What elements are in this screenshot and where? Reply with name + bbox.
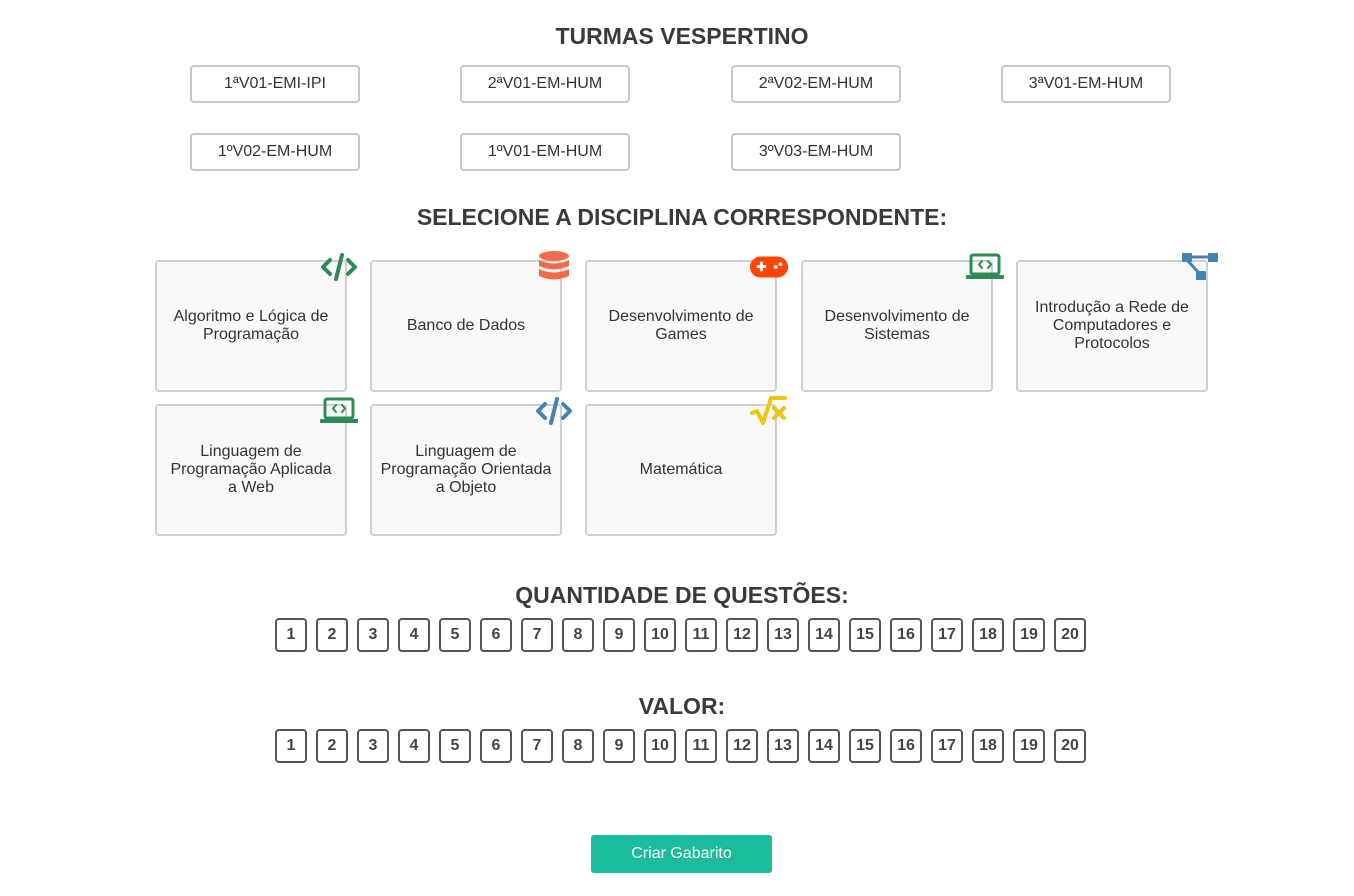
quantidade-option-button[interactable]: 9 xyxy=(603,618,635,652)
criar-gabarito-button[interactable]: Criar Gabarito xyxy=(591,835,772,873)
quantidade-option-button[interactable]: 19 xyxy=(1013,618,1045,652)
quantidade-option-button[interactable]: 14 xyxy=(808,618,840,652)
valor-option-button[interactable]: 15 xyxy=(849,729,881,763)
turma-button[interactable]: 2ªV02-EM-HUM xyxy=(731,65,901,103)
database-icon xyxy=(534,250,574,284)
turma-button[interactable]: 2ªV01-EM-HUM xyxy=(460,65,630,103)
disciplina-label: Matemática xyxy=(639,461,723,478)
quantidade-option-button[interactable]: 13 xyxy=(767,618,799,652)
code-icon xyxy=(534,394,574,428)
quantidade-option-button[interactable]: 15 xyxy=(849,618,881,652)
quantidade-option-button[interactable]: 7 xyxy=(521,618,553,652)
disciplina-card-games[interactable]: Desenvolvimento de Games xyxy=(585,256,789,392)
valor-option-button[interactable]: 8 xyxy=(562,729,594,763)
valor-option-button[interactable]: 1 xyxy=(275,729,307,763)
valor-option-button[interactable]: 17 xyxy=(931,729,963,763)
valor-option-button[interactable]: 11 xyxy=(685,729,717,763)
disciplina-label: Linguagem de Programação Aplicada a Web xyxy=(170,443,332,496)
disciplina-label: Banco de Dados xyxy=(406,317,526,334)
quantidade-option-button[interactable]: 1 xyxy=(275,618,307,652)
quantidade-option-button[interactable]: 5 xyxy=(439,618,471,652)
quantidade-option-button[interactable]: 2 xyxy=(316,618,348,652)
turma-button[interactable]: 3ªV01-EM-HUM xyxy=(1001,65,1171,103)
disciplina-label: Linguagem de Programação Orientada a Obj… xyxy=(380,443,552,496)
disciplina-card-web[interactable]: Linguagem de Programação Aplicada a Web xyxy=(155,397,358,536)
valor-option-button[interactable]: 10 xyxy=(644,729,676,763)
valor-option-button[interactable]: 3 xyxy=(357,729,389,763)
valor-option-button[interactable]: 19 xyxy=(1013,729,1045,763)
disciplinas-title: SELECIONE A DISCIPLINA CORRESPONDENTE: xyxy=(416,204,948,230)
quantidade-option-button[interactable]: 10 xyxy=(644,618,676,652)
code-icon xyxy=(319,250,359,284)
quantidade-option-button[interactable]: 3 xyxy=(357,618,389,652)
disciplina-label: Desenvolvimento de Sistemas xyxy=(824,308,970,343)
valor-option-button[interactable]: 14 xyxy=(808,729,840,763)
valor-option-button[interactable]: 18 xyxy=(972,729,1004,763)
square-root-icon xyxy=(749,394,789,428)
turmas-title: TURMAS VESPERTINO xyxy=(555,23,809,49)
disciplina-card-matematica[interactable]: Matemática xyxy=(585,396,787,536)
quantidade-option-button[interactable]: 20 xyxy=(1054,618,1086,652)
quantidade-option-button[interactable]: 8 xyxy=(562,618,594,652)
turma-button[interactable]: 3ºV03-EM-HUM xyxy=(731,133,901,171)
valor-option-button[interactable]: 6 xyxy=(480,729,512,763)
quantidade-option-button[interactable]: 6 xyxy=(480,618,512,652)
quantidade-option-button[interactable]: 11 xyxy=(685,618,717,652)
valor-option-button[interactable]: 13 xyxy=(767,729,799,763)
quantidade-option-button[interactable]: 18 xyxy=(972,618,1004,652)
laptop-code-icon xyxy=(319,394,359,428)
gamepad-icon xyxy=(749,250,789,284)
quantidade-option-button[interactable]: 17 xyxy=(931,618,963,652)
quantidade-title: QUANTIDADE DE QUESTÕES: xyxy=(515,582,849,608)
disciplina-card-redes[interactable]: Introdução a Rede de Computadores e Prot… xyxy=(1016,253,1218,392)
laptop-code-icon xyxy=(965,250,1005,284)
valor-title: VALOR: xyxy=(638,693,726,719)
disciplina-card-algoritmo[interactable]: Algoritmo e Lógica de Programação xyxy=(155,253,357,392)
valor-option-button[interactable]: 20 xyxy=(1054,729,1086,763)
valor-option-button[interactable]: 12 xyxy=(726,729,758,763)
turma-button[interactable]: 1ºV01-EM-HUM xyxy=(460,133,630,171)
disciplina-card-poo[interactable]: Linguagem de Programação Orientada a Obj… xyxy=(370,397,572,536)
quantidade-options: 1 2 3 4 5 6 7 8 9 10 11 12 13 14 15 16 1… xyxy=(275,618,1086,652)
network-icon xyxy=(1180,250,1220,284)
valor-option-button[interactable]: 2 xyxy=(316,729,348,763)
turma-button[interactable]: 1ºV02-EM-HUM xyxy=(190,133,360,171)
valor-option-button[interactable]: 7 xyxy=(521,729,553,763)
disciplina-card-banco-dados[interactable]: Banco de Dados xyxy=(370,251,569,392)
valor-option-button[interactable]: 4 xyxy=(398,729,430,763)
valor-option-button[interactable]: 16 xyxy=(890,729,922,763)
turma-button[interactable]: 1ªV01-EMI-IPI xyxy=(190,65,360,103)
quantidade-option-button[interactable]: 12 xyxy=(726,618,758,652)
valor-option-button[interactable]: 5 xyxy=(439,729,471,763)
valor-options: 1 2 3 4 5 6 7 8 9 10 11 12 13 14 15 16 1… xyxy=(275,729,1086,763)
disciplina-label: Introdução a Rede de Computadores e Prot… xyxy=(1035,299,1189,352)
quantidade-option-button[interactable]: 16 xyxy=(890,618,922,652)
valor-option-button[interactable]: 9 xyxy=(603,729,635,763)
disciplina-card-sistemas[interactable]: Desenvolvimento de Sistemas xyxy=(801,253,1004,392)
quantidade-option-button[interactable]: 4 xyxy=(398,618,430,652)
disciplina-label: Desenvolvimento de Games xyxy=(608,308,754,343)
disciplina-label: Algoritmo e Lógica de Programação xyxy=(173,308,329,343)
